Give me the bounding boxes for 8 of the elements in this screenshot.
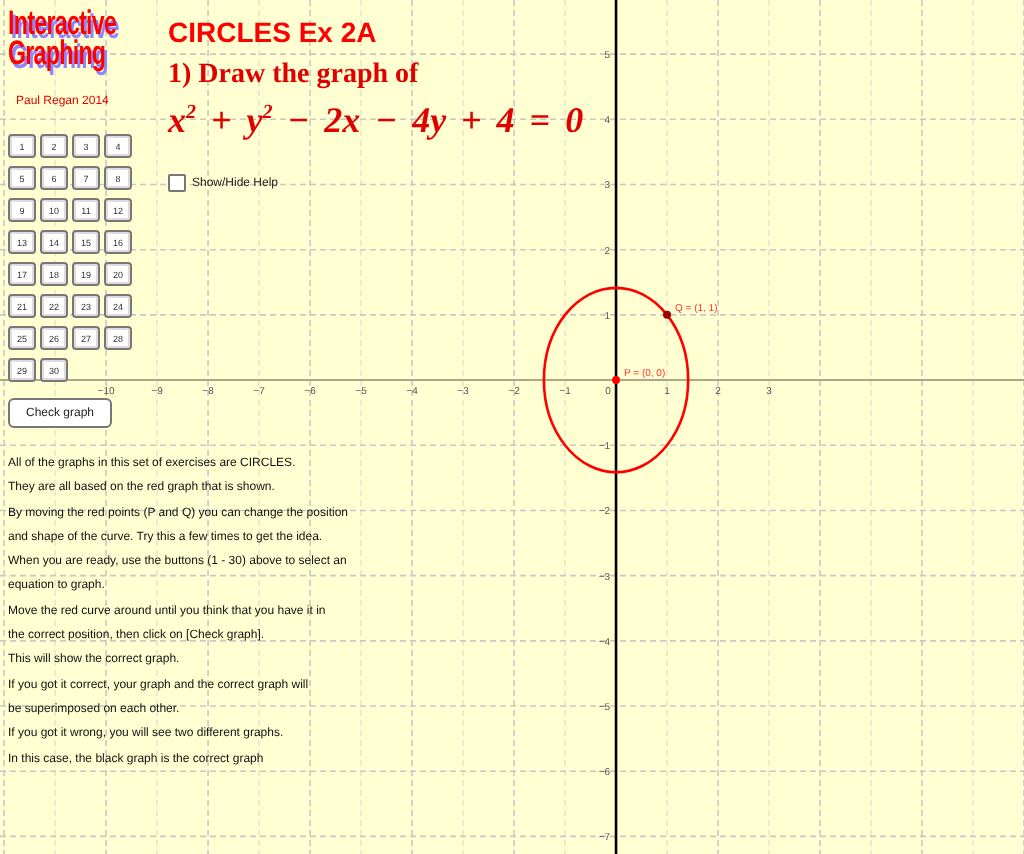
page-title: CIRCLES Ex 2A <box>168 16 379 48</box>
point[interactable] <box>663 310 672 319</box>
circle-curve[interactable] <box>542 286 690 474</box>
logo: Interactive Graphing <box>8 8 119 68</box>
point[interactable] <box>612 376 621 385</box>
question-text: 1) Draw the graph of <box>168 60 421 92</box>
equation: x$^{2}$ + y$^{2}$ − 2x − 4y + 4 = 0 <box>168 100 584 142</box>
checkbox[interactable] <box>168 174 186 192</box>
